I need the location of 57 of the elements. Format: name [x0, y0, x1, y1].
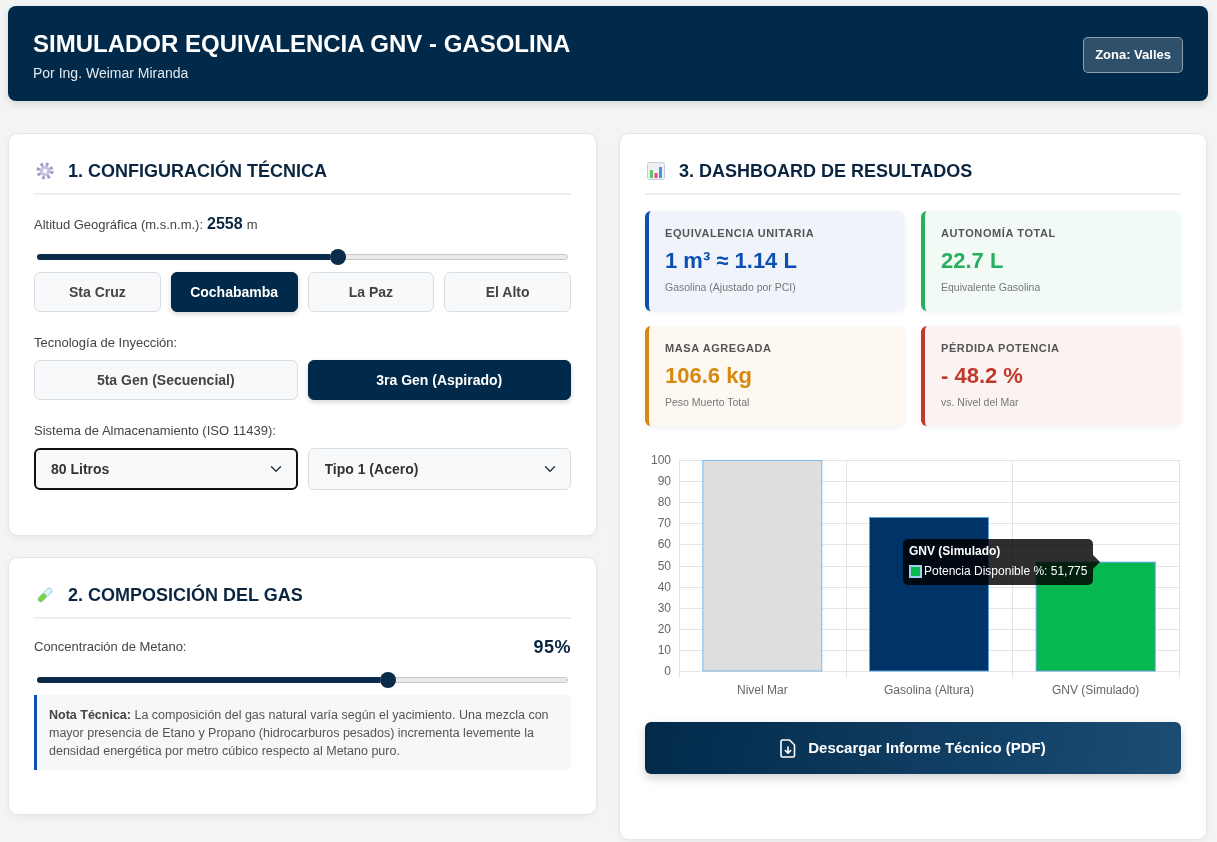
bar-chart-icon [647, 162, 665, 180]
stat-value: - 48.2 % [941, 362, 1024, 390]
altitude-value: 2558 [207, 215, 243, 233]
axis-tick-label: 70 [657, 516, 671, 531]
technical-note: Nota Técnica: La composición del gas natural varía según el yacimiento. Una mezcla con mayor presencia de Etano y Propano (hidrocarburos pesados) incrementa levemente la densidad energética por metro cúbico respecto al Metano puro. [34, 695, 571, 770]
storage-label: Sistema de Almacenamiento (ISO 11439): [34, 422, 277, 440]
axis-tick-label: 10 [657, 642, 671, 657]
city-button[interactable]: Sta Cruz [34, 272, 161, 312]
storage-select[interactable]: Tipo 1 (Acero) [307, 448, 571, 490]
category-label: Nivel Mar [737, 683, 788, 697]
axis-tick-label: 50 [657, 558, 671, 573]
stat-label: EQUIVALENCIA UNITARIA [665, 226, 816, 240]
download-report-button[interactable]: Descargar Informe Técnico (PDF) [645, 722, 1181, 774]
zone-badge: Zona: Valles [1083, 37, 1183, 73]
tooltip-title: GNV (Simulado) [909, 543, 1002, 560]
injection-button[interactable]: 5ta Gen (Secuencial) [34, 360, 298, 400]
stat-value: 106.6 kg [665, 362, 753, 390]
axis-tick-label: 0 [664, 664, 671, 678]
section-title: 3. DASHBOARD DE RESULTADOS [679, 160, 973, 182]
slider-thumb[interactable] [380, 672, 397, 688]
stat-value: 22.7 L [941, 247, 1005, 275]
altitude-label: Altitud Geográfica (m.s.n.m.): [34, 216, 204, 234]
axis-tick-label: 30 [657, 600, 671, 615]
section-title: 1. CONFIGURACIÓN TÉCNICA [68, 160, 327, 182]
axis-tick-label: 90 [657, 474, 671, 489]
axis-tick-label: 100 [650, 453, 671, 467]
stat-label: PÉRDIDA POTENCIA [941, 341, 1061, 355]
city-button[interactable]: La Paz [307, 272, 435, 312]
altitude-unit: m [246, 216, 258, 234]
methane-value: 95% [533, 636, 571, 658]
injection-button[interactable]: 3ra Gen (Aspirado) [307, 360, 571, 400]
storage-select[interactable]: 80 Litros [34, 448, 298, 490]
legend-swatch-icon [909, 565, 922, 578]
tooltip-label: Potencia Disponible %: 51,775 [924, 563, 1088, 580]
stat-label: AUTONOMÍA TOTAL [941, 226, 1057, 240]
gear-icon [36, 162, 54, 180]
section-title: 2. COMPOSICIÓN DEL GAS [68, 584, 303, 606]
stat-caption: Equivalente Gasolina [941, 281, 1042, 294]
stat-caption: Gasolina (Ajustado por PCI) [665, 281, 797, 294]
stat-caption: Peso Muerto Total [665, 396, 751, 409]
axis-tick-label: 80 [657, 495, 671, 510]
injection-label: Tecnología de Inyección: [34, 334, 179, 352]
city-button[interactable]: El Alto [444, 272, 571, 312]
axis-tick-label: 20 [657, 621, 671, 636]
category-label: GNV (Simulado) [1052, 683, 1140, 697]
city-button[interactable]: Cochabamba [170, 272, 298, 312]
category-label: Gasolina (Altura) [884, 683, 974, 697]
file-download-icon [780, 738, 797, 758]
app-title: SIMULADOR EQUIVALENCIA GNV - GASOLINA [33, 28, 571, 59]
methane-label: Concentración de Metano: [34, 638, 187, 656]
axis-tick-label: 60 [657, 537, 671, 552]
stat-label: MASA AGREGADA [665, 341, 773, 355]
app-subtitle: Por Ing. Weimar Miranda [33, 63, 190, 82]
stat-caption: vs. Nivel del Mar [941, 396, 1020, 409]
stat-value: 1 m³ ≈ 1.14 L [665, 247, 798, 275]
axis-tick-label: 40 [657, 579, 671, 594]
slider-thumb[interactable] [329, 249, 346, 265]
